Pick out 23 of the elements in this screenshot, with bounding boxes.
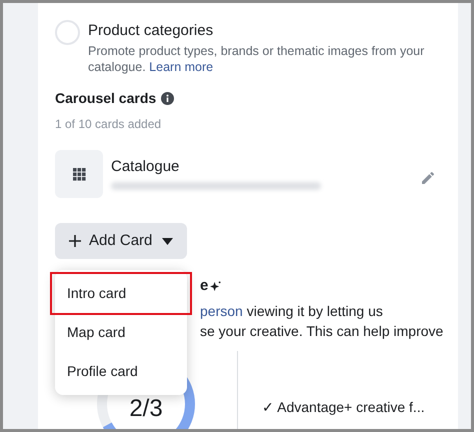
sparkle-icon [210, 280, 222, 292]
person-link[interactable]: person [200, 303, 243, 319]
checklist-item: ✓ Advantage+ creative f... [262, 398, 425, 417]
add-card-button[interactable]: Add Card [55, 223, 187, 259]
menu-item[interactable]: Map card [55, 313, 187, 352]
card-count: 1 of 10 cards added [55, 117, 162, 131]
option-description: Promote product types, brands or thematic images from your catalogue. Learn more [88, 43, 426, 75]
option-title: Product categories [88, 22, 214, 40]
grid-icon [72, 168, 86, 180]
body-text: person viewing it by letting us [200, 303, 383, 319]
learn-more-link[interactable]: Learn more [149, 60, 214, 74]
menu-item[interactable]: Intro card [52, 274, 190, 313]
card-title: Catalogue [111, 158, 180, 176]
section-title: Carousel cards [55, 89, 156, 108]
body-text: se your creative. This can help improve [200, 323, 444, 339]
pencil-icon[interactable] [420, 170, 436, 186]
radio-button[interactable] [55, 20, 80, 45]
caret-icon [162, 238, 174, 244]
heading-fragment: e [200, 276, 208, 296]
menu-item[interactable]: Profile card [55, 352, 187, 391]
score-text: 2/3 [128, 394, 164, 424]
info-icon[interactable] [161, 92, 174, 105]
plus-icon [69, 235, 81, 247]
